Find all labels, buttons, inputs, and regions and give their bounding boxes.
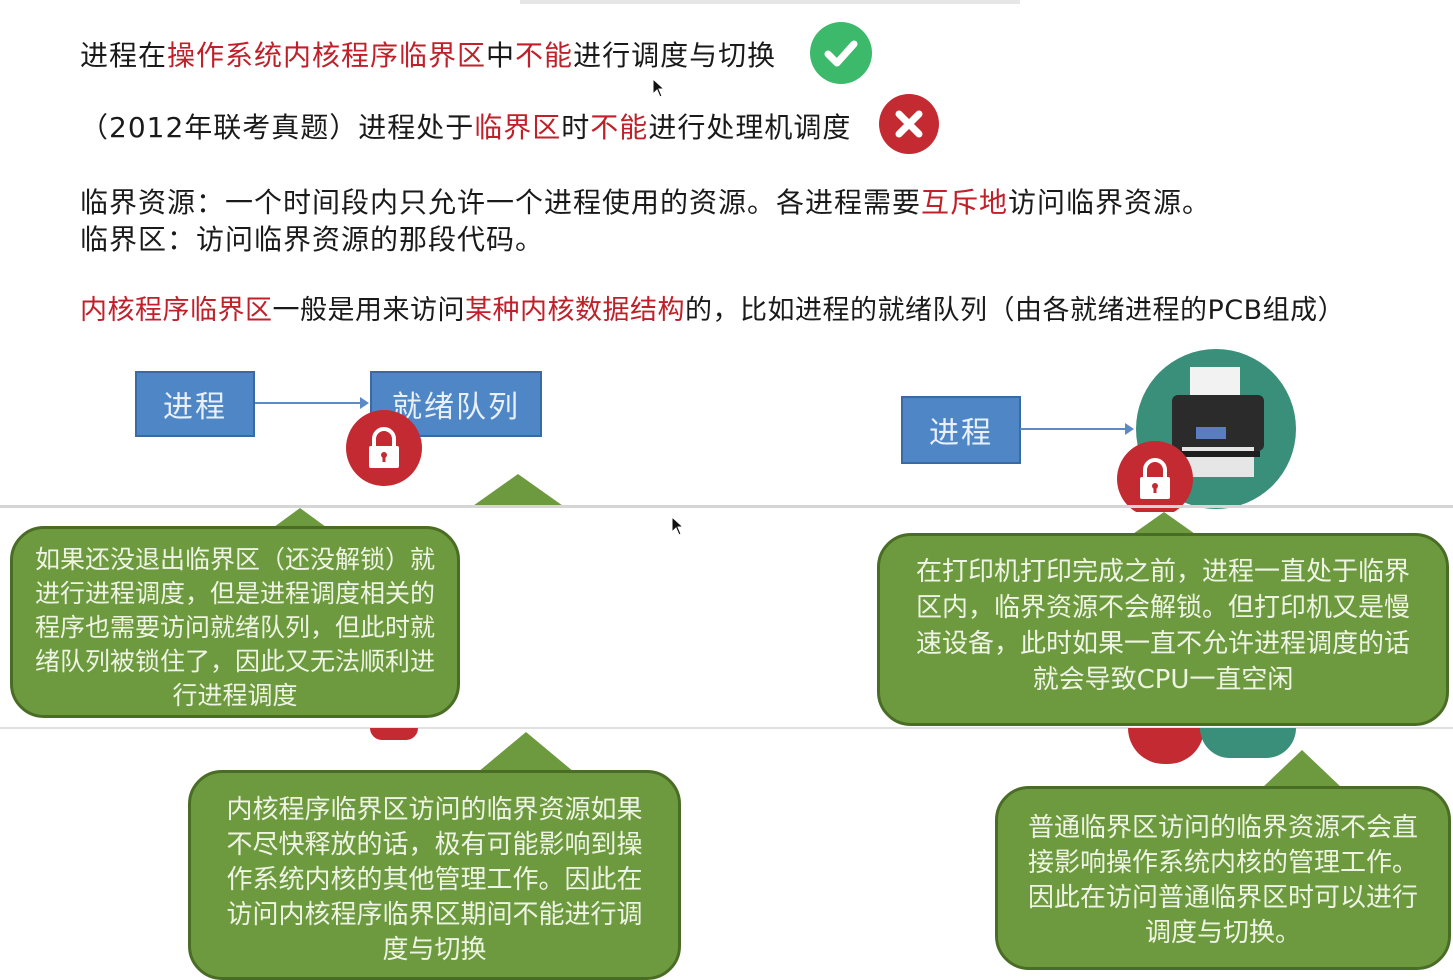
mouse-cursor-icon	[671, 516, 685, 536]
explanation-text: 内核程序临界区访问的临界资源如果不尽快释放的话，极有可能影响到操作系统内核的其他…	[226, 795, 643, 965]
mouse-cursor-icon	[652, 78, 666, 98]
statement-3-text: 访问临界资源。	[1008, 186, 1212, 219]
statement-1: 进程在操作系统内核程序临界区中不能进行调度与切换	[80, 34, 776, 74]
statement-5: 内核程序临界区一般是用来访问某种内核数据结构的，比如进程的就绪队列（由各就绪进程…	[80, 288, 1345, 327]
explanation-text: 如果还没退出临界区（还没解锁）就进行进程调度，但是进程调度相关的程序也需要访问就…	[34, 545, 435, 710]
x-circle-icon	[879, 94, 939, 154]
lock-icon	[346, 410, 422, 486]
statement-2: （2012年联考真题）进程处于临界区时不能进行处理机调度	[80, 106, 851, 146]
explanation-text: 在打印机打印完成之前，进程一直处于临界区内，临界资源不会解锁。但打印机又是慢速设…	[915, 557, 1410, 695]
statement-1-text: 中	[486, 39, 516, 72]
lock-icon-partial	[1128, 728, 1204, 764]
process-box: 进程	[135, 371, 255, 437]
check-circle-icon	[810, 22, 872, 84]
statement-5-highlight: 内核程序临界区	[80, 295, 273, 326]
statement-1-highlight: 不能	[515, 39, 574, 72]
statement-2-text: 时	[561, 111, 591, 144]
statement-2-text: 进行处理机调度	[648, 111, 852, 144]
explanation-text: 普通临界区访问的临界资源不会直接影响操作系统内核的管理工作。因此在访问普通临界区…	[1027, 813, 1418, 948]
statement-3-highlight: 互斥地	[921, 186, 1009, 219]
arrow-connector	[255, 397, 369, 409]
process-box: 进程	[901, 396, 1021, 464]
explanation-bubble: 如果还没退出临界区（还没解锁）就进行进程调度，但是进程调度相关的程序也需要访问就…	[10, 526, 460, 718]
statement-1-text: 进行调度与切换	[573, 39, 777, 72]
arrow-connector	[1020, 423, 1134, 435]
bubble-tail	[1262, 750, 1342, 788]
statement-5-text: 一般是用来访问	[272, 295, 465, 326]
statement-2-highlight: 不能	[590, 111, 649, 144]
statement-4-text: 临界区：访问临界资源的那段代码。	[80, 223, 545, 256]
explanation-bubble: 内核程序临界区访问的临界资源如果不尽快释放的话，极有可能影响到操作系统内核的其他…	[188, 770, 681, 980]
bubble-tail	[470, 474, 566, 508]
lock-icon-partial	[370, 728, 418, 740]
statement-2-highlight: 临界区	[474, 111, 562, 144]
statement-5-text: 的，比如进程的就绪队列（由各就绪进程的PCB组成）	[685, 295, 1346, 326]
statement-1-text: 进程在	[80, 39, 168, 72]
process-box-label: 进程	[929, 416, 993, 451]
statement-1-highlight: 操作系统内核程序临界区	[167, 39, 487, 72]
statement-5-highlight: 某种内核数据结构	[465, 295, 685, 326]
bubble-tail	[478, 732, 574, 772]
statement-2-text: （2012年联考真题）进程处于	[80, 111, 475, 144]
explanation-bubble: 普通临界区访问的临界资源不会直接影响操作系统内核的管理工作。因此在访问普通临界区…	[995, 786, 1451, 970]
statement-3: 临界资源：一个时间段内只允许一个进程使用的资源。各进程需要互斥地访问临界资源。	[80, 181, 1211, 221]
statement-4: 临界区：访问临界资源的那段代码。	[80, 218, 544, 258]
statement-3-text: 临界资源：一个时间段内只允许一个进程使用的资源。各进程需要	[80, 186, 922, 219]
process-box-label: 进程	[163, 390, 227, 425]
top-edge-strip	[520, 0, 1020, 4]
explanation-bubble: 在打印机打印完成之前，进程一直处于临界区内，临界资源不会解锁。但打印机又是慢速设…	[877, 533, 1449, 726]
